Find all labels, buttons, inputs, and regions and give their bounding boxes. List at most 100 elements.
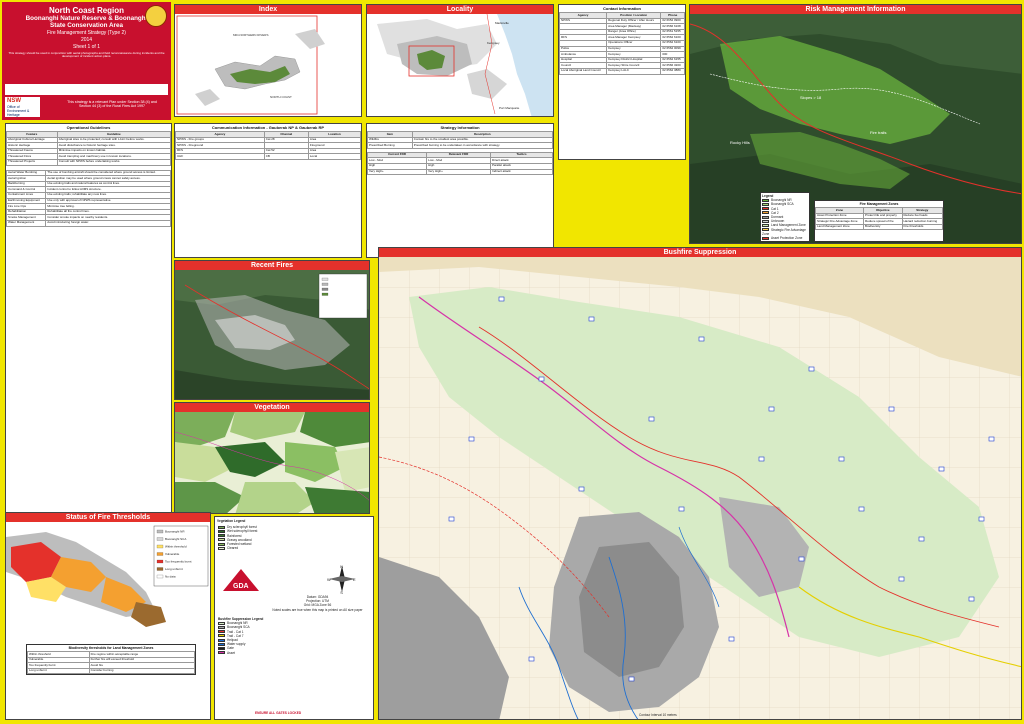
index-title: Index bbox=[175, 5, 361, 14]
legend-swatch bbox=[762, 207, 769, 211]
legend-swatch bbox=[218, 538, 225, 542]
strategy-table: Item Description Wildfire Contain fire to… bbox=[367, 131, 553, 149]
legend-swatch bbox=[156, 529, 164, 534]
nsw-agency: Office of Environment & Heritage bbox=[7, 105, 30, 117]
legend-label: Cleared bbox=[227, 546, 239, 551]
legend-item: Strategic Fire Advantage Zone bbox=[762, 228, 808, 236]
table-cell: Long unburnt bbox=[27, 667, 90, 675]
table-cell: Very High+ bbox=[367, 168, 428, 176]
legend-swatch bbox=[218, 638, 225, 642]
map-marker-icon bbox=[768, 406, 775, 412]
map-marker-icon bbox=[988, 436, 995, 442]
risk-legend: Legend Boonanghi NR Boonanghi SCA Cat 1 Cat… bbox=[760, 192, 810, 242]
table-cell: Threatened Projects bbox=[6, 159, 58, 166]
document-meta-box bbox=[5, 84, 168, 95]
map-marker-icon bbox=[858, 506, 865, 512]
legend-swatch bbox=[762, 224, 769, 228]
legend-swatch bbox=[762, 211, 769, 215]
thresholds-table-box: Biodiversity thresholds for Land Managem… bbox=[26, 644, 196, 676]
legend-swatch bbox=[762, 198, 769, 202]
operational-guidelines-panel: Operational Guidelines Feature Guideline… bbox=[5, 123, 172, 517]
legend-swatch bbox=[218, 626, 225, 630]
table-cell: Indirect attack bbox=[490, 168, 553, 176]
legend-swatch bbox=[218, 647, 225, 651]
legend-swatch bbox=[156, 544, 164, 549]
table-cell: Water Management bbox=[6, 219, 47, 227]
north-arrow-icon: N S E W bbox=[327, 564, 357, 595]
compass-north: N bbox=[340, 564, 343, 569]
legend-label: Within threshold bbox=[165, 545, 187, 549]
legend-swatch bbox=[218, 621, 225, 625]
table-row: Water Management Avoid introducing foreig… bbox=[6, 219, 171, 227]
risk-label-1: Slopes > 18 bbox=[800, 95, 822, 100]
map-marker-icon bbox=[888, 406, 895, 412]
legend-swatch bbox=[218, 530, 225, 534]
recent-fires-map bbox=[175, 270, 369, 399]
reserve-name-line2: State Conservation Area bbox=[50, 22, 123, 29]
index-panel: Index MID-NORTHERN RIVERS NORTH COAST bbox=[174, 4, 362, 117]
table-cell: Land Management Zone bbox=[814, 223, 865, 231]
thresholds-map: Boonanghi NR Boonanghi SCA Within threshol… bbox=[6, 522, 210, 642]
contact-title: Contact Information bbox=[603, 6, 641, 11]
map-marker-icon bbox=[968, 596, 975, 602]
gda-text: GDA bbox=[233, 583, 249, 590]
bushfire-suppression-panel: Bushfire Suppression Contour Interval 10… bbox=[378, 247, 1022, 720]
strategy-panel: Strategy Information Item Description Wi… bbox=[366, 123, 554, 258]
suppression-title: Bushfire Suppression bbox=[379, 248, 1021, 257]
risk-label-2: Rocky Hills bbox=[730, 140, 750, 145]
legend-label: Long unburnt bbox=[165, 567, 183, 571]
legend-swatch bbox=[156, 574, 164, 579]
table-cell: Kempsey LALC bbox=[606, 67, 662, 75]
comm-table: Agency Channel Location NPWS - Fire grou… bbox=[175, 131, 361, 160]
legend-swatch bbox=[156, 552, 164, 556]
legend-swatch bbox=[218, 651, 225, 655]
legend-label: Asset bbox=[227, 650, 235, 655]
contour-note: Contour Interval 10 metres bbox=[639, 712, 677, 717]
map-marker-icon bbox=[588, 316, 595, 322]
risk-panel: Risk Management Information Slopes > 18 … bbox=[689, 4, 1022, 244]
table-cell: Local Aboriginal Land Council bbox=[559, 67, 608, 75]
map-marker-icon bbox=[808, 366, 815, 372]
communication-panel: Communication Information - Gauberak NP … bbox=[174, 123, 362, 258]
map-marker-icon bbox=[628, 676, 635, 682]
legends-panel: Vegetation Legend Dry sclerophyll forest… bbox=[214, 516, 374, 720]
nsw-logo-text: NSW bbox=[7, 98, 21, 104]
map-marker-icon bbox=[648, 416, 655, 422]
table-row: UHF CB Local bbox=[175, 153, 361, 160]
compass-west: W bbox=[327, 577, 331, 582]
table-cell: Very High+ bbox=[426, 168, 491, 176]
comm-title: Communication Information - Gauberak NP … bbox=[211, 125, 325, 130]
op-guidelines-table: Feature Guideline Aboriginal Cultural He… bbox=[6, 131, 171, 166]
vegetation-panel: Vegetation bbox=[174, 402, 370, 514]
compass-east: E bbox=[353, 577, 356, 582]
map-marker-icon bbox=[498, 296, 505, 302]
nsw-logo: NSW Office of Environment & Heritage bbox=[5, 97, 40, 117]
map-marker-icon bbox=[528, 656, 535, 662]
table-cell: Local bbox=[307, 153, 361, 160]
table-cell: Consult with NPWS before undertaking wor… bbox=[56, 159, 171, 166]
table-cell: Fire thresholds bbox=[901, 223, 943, 231]
map-marker-icon bbox=[578, 486, 585, 492]
locality-label-3: Port Macquarie bbox=[499, 106, 520, 110]
locality-map: Kempsey Macksville Port Macquarie bbox=[367, 14, 553, 116]
map-marker-icon bbox=[898, 576, 905, 582]
index-label-2: NORTH COAST bbox=[270, 95, 292, 99]
legend-swatch bbox=[218, 546, 225, 550]
locality-title: Locality bbox=[367, 5, 553, 14]
title-block: North Coast Region Boonanghi Nature Rese… bbox=[2, 2, 171, 120]
strategy-year: 2014 bbox=[80, 37, 93, 43]
vegetation-map bbox=[175, 412, 369, 513]
gda-logo: GDA bbox=[221, 567, 261, 593]
legend-swatch bbox=[218, 634, 225, 638]
legend-swatch bbox=[762, 219, 769, 223]
map-marker-icon bbox=[978, 516, 985, 522]
table-row: Threatened Projects Consult with NPWS bef… bbox=[6, 159, 171, 166]
map-marker-icon bbox=[938, 466, 945, 472]
table-row: Very High+ Very High+ Indirect attack bbox=[367, 168, 553, 176]
legend-swatch bbox=[762, 228, 769, 232]
locality-label-1: Kempsey bbox=[487, 41, 500, 45]
map-marker-icon bbox=[798, 556, 805, 562]
general-guidelines-table: Aerial Water Bombing The use of bombing a… bbox=[6, 169, 171, 227]
suppression-map bbox=[379, 257, 1021, 719]
index-label-1: MID-NORTHERN RIVERS bbox=[233, 33, 268, 37]
